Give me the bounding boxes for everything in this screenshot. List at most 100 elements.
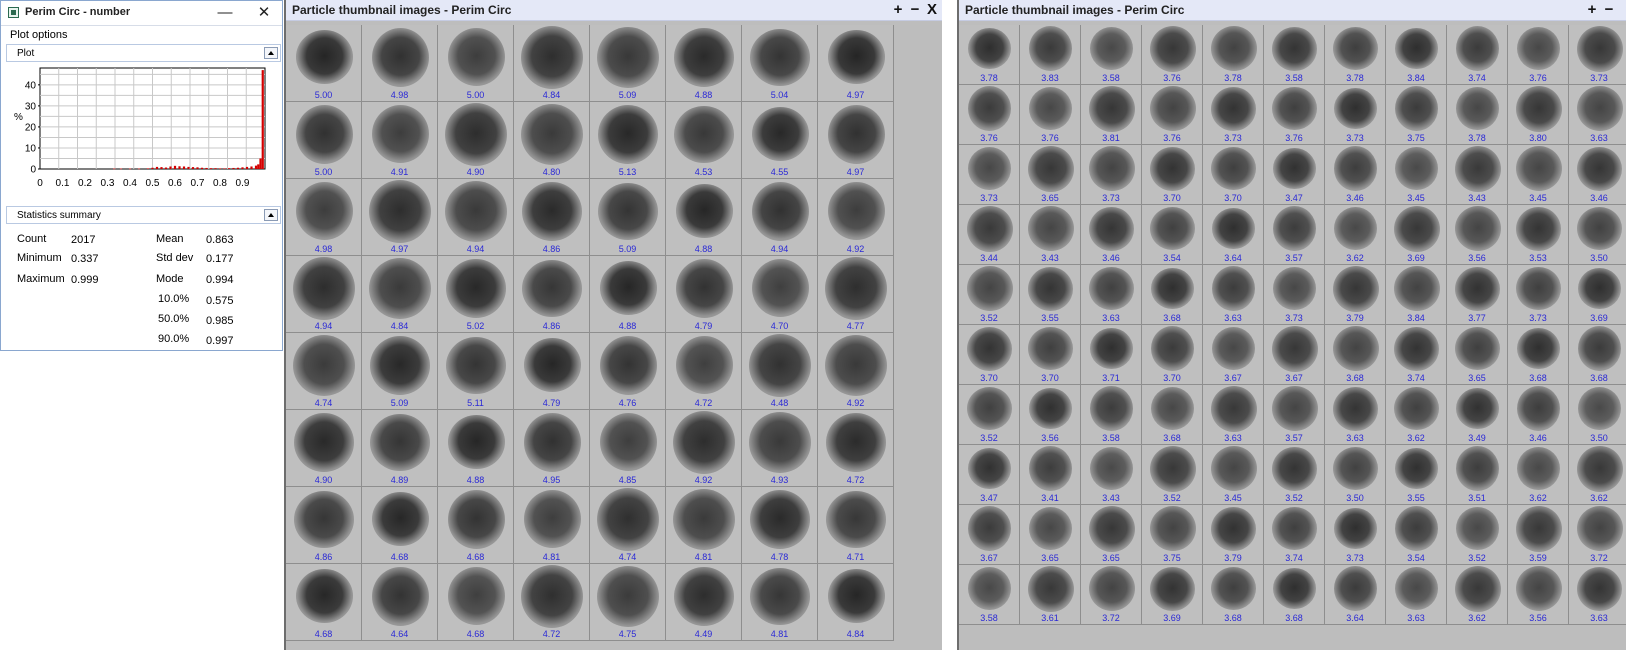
particle-thumbnail-right[interactable]: 3.67	[1203, 325, 1264, 385]
particle-thumbnail-right[interactable]: 3.46	[1325, 145, 1386, 205]
particle-thumbnail-right[interactable]: 3.62	[1569, 445, 1626, 505]
particle-thumbnail-right[interactable]: 3.50	[1325, 445, 1386, 505]
particle-thumbnail-right[interactable]: 3.63	[1081, 265, 1142, 325]
particle-thumbnail[interactable]: 4.86	[514, 179, 590, 256]
particle-thumbnail[interactable]: 5.13	[590, 102, 666, 179]
stats-window-titlebar[interactable]: Perim Circ - number — ✕	[1, 1, 282, 26]
particle-thumbnail[interactable]: 4.81	[742, 564, 818, 641]
particle-thumbnail[interactable]: 4.78	[742, 487, 818, 564]
particle-thumbnail[interactable]: 4.79	[514, 333, 590, 410]
particle-thumbnail-right[interactable]: 3.72	[1569, 505, 1626, 565]
particle-thumbnail-right[interactable]: 3.74	[1264, 505, 1325, 565]
particle-thumbnail[interactable]: 4.72	[514, 564, 590, 641]
particle-thumbnail[interactable]: 4.86	[286, 487, 362, 564]
particle-thumbnail-right[interactable]: 3.55	[1020, 265, 1081, 325]
particle-thumbnail[interactable]: 4.88	[590, 256, 666, 333]
stats-panel-header[interactable]: Statistics summary	[6, 206, 281, 224]
particle-thumbnail-right[interactable]: 3.76	[1142, 85, 1203, 145]
particle-thumbnail-right[interactable]: 3.68	[1142, 265, 1203, 325]
particle-thumbnail-right[interactable]: 3.56	[1508, 565, 1569, 625]
particle-thumbnail[interactable]: 4.68	[438, 487, 514, 564]
particle-thumbnail-right[interactable]: 3.63	[1325, 385, 1386, 445]
particle-thumbnail-right[interactable]: 3.68	[1508, 325, 1569, 385]
particle-thumbnail-right[interactable]: 3.73	[1081, 145, 1142, 205]
particle-thumbnail-right[interactable]: 3.68	[1264, 565, 1325, 625]
particle-thumbnail-right[interactable]: 3.58	[1264, 25, 1325, 85]
particle-thumbnail-right[interactable]: 3.41	[1020, 445, 1081, 505]
particle-thumbnail[interactable]: 4.48	[742, 333, 818, 410]
particle-thumbnail-right[interactable]: 3.52	[1264, 445, 1325, 505]
particle-thumbnail[interactable]: 4.90	[286, 410, 362, 487]
particle-thumbnail[interactable]: 4.53	[666, 102, 742, 179]
particle-thumbnail-right[interactable]: 3.76	[1142, 25, 1203, 85]
particle-thumbnail-right[interactable]: 3.70	[1020, 325, 1081, 385]
particle-thumbnail-right[interactable]: 3.76	[1020, 85, 1081, 145]
particle-thumbnail[interactable]: 4.92	[666, 410, 742, 487]
minimize-button[interactable]: —	[215, 3, 235, 23]
particle-thumbnail-right[interactable]: 3.43	[1447, 145, 1508, 205]
particle-thumbnail[interactable]: 4.68	[438, 564, 514, 641]
particle-thumbnail-right[interactable]: 3.62	[1325, 205, 1386, 265]
particle-thumbnail-right[interactable]: 3.64	[1325, 565, 1386, 625]
particle-thumbnail-right[interactable]: 3.83	[1020, 25, 1081, 85]
particle-thumbnail[interactable]: 4.64	[362, 564, 438, 641]
particle-thumbnail-right[interactable]: 3.62	[1386, 385, 1447, 445]
particle-thumbnail[interactable]: 4.95	[514, 410, 590, 487]
particle-thumbnail-right[interactable]: 3.52	[1447, 505, 1508, 565]
particle-thumbnail-right[interactable]: 3.65	[1447, 325, 1508, 385]
particle-thumbnail-right[interactable]: 3.73	[1569, 25, 1626, 85]
particle-thumbnail-right[interactable]: 3.70	[1142, 325, 1203, 385]
particle-thumbnail[interactable]: 4.93	[742, 410, 818, 487]
particle-thumbnail-right[interactable]: 3.52	[959, 385, 1020, 445]
particle-thumbnail-right[interactable]: 3.76	[1264, 85, 1325, 145]
particle-thumbnail-right[interactable]: 3.58	[1081, 385, 1142, 445]
particle-thumbnail-right[interactable]: 3.73	[1508, 265, 1569, 325]
particle-thumbnail-right[interactable]: 3.55	[1386, 445, 1447, 505]
particle-thumbnail-right[interactable]: 3.73	[1325, 85, 1386, 145]
particle-thumbnail[interactable]: 4.85	[590, 410, 666, 487]
particle-thumbnail-right[interactable]: 3.63	[1569, 85, 1626, 145]
zoom-in-button-right[interactable]: +	[1584, 1, 1600, 19]
particle-thumbnail[interactable]: 5.00	[286, 102, 362, 179]
particle-thumbnail[interactable]: 4.98	[362, 25, 438, 102]
particle-thumbnail[interactable]: 4.97	[818, 102, 894, 179]
particle-thumbnail[interactable]: 4.49	[666, 564, 742, 641]
particle-thumbnail[interactable]: 4.84	[362, 256, 438, 333]
zoom-out-button-right[interactable]: −	[1601, 1, 1617, 19]
particle-thumbnail[interactable]: 4.88	[438, 410, 514, 487]
particle-thumbnail[interactable]: 4.72	[666, 333, 742, 410]
plot-panel-header[interactable]: Plot	[6, 44, 281, 62]
thumbnail-window-right-titlebar[interactable]: Particle thumbnail images - Perim Circ +…	[959, 0, 1626, 21]
particle-thumbnail[interactable]: 4.55	[742, 102, 818, 179]
particle-thumbnail-right[interactable]: 3.61	[1020, 565, 1081, 625]
particle-thumbnail[interactable]: 5.00	[438, 25, 514, 102]
particle-thumbnail-right[interactable]: 3.70	[1142, 145, 1203, 205]
particle-thumbnail-right[interactable]: 3.51	[1447, 445, 1508, 505]
particle-thumbnail-right[interactable]: 3.46	[1081, 205, 1142, 265]
particle-thumbnail-right[interactable]: 3.45	[1386, 145, 1447, 205]
particle-thumbnail-right[interactable]: 3.67	[959, 505, 1020, 565]
particle-thumbnail-right[interactable]: 3.63	[1386, 565, 1447, 625]
particle-thumbnail-right[interactable]: 3.72	[1081, 565, 1142, 625]
particle-thumbnail[interactable]: 5.09	[362, 333, 438, 410]
particle-thumbnail-right[interactable]: 3.77	[1447, 265, 1508, 325]
particle-thumbnail-right[interactable]: 3.69	[1569, 265, 1626, 325]
particle-thumbnail-right[interactable]: 3.74	[1447, 25, 1508, 85]
particle-thumbnail[interactable]: 4.94	[438, 179, 514, 256]
particle-thumbnail-right[interactable]: 3.63	[1203, 265, 1264, 325]
particle-thumbnail-right[interactable]: 3.52	[1142, 445, 1203, 505]
particle-thumbnail-right[interactable]: 3.43	[1020, 205, 1081, 265]
particle-thumbnail[interactable]: 4.80	[514, 102, 590, 179]
particle-thumbnail[interactable]: 4.68	[362, 487, 438, 564]
particle-thumbnail-right[interactable]: 3.68	[1203, 565, 1264, 625]
particle-thumbnail-right[interactable]: 3.69	[1142, 565, 1203, 625]
particle-thumbnail[interactable]: 4.76	[590, 333, 666, 410]
particle-thumbnail[interactable]: 4.71	[818, 487, 894, 564]
particle-thumbnail[interactable]: 4.84	[514, 25, 590, 102]
particle-thumbnail-right[interactable]: 3.58	[959, 565, 1020, 625]
particle-thumbnail-right[interactable]: 3.52	[959, 265, 1020, 325]
particle-thumbnail[interactable]: 5.04	[742, 25, 818, 102]
particle-thumbnail-right[interactable]: 3.80	[1508, 85, 1569, 145]
particle-thumbnail[interactable]: 4.91	[362, 102, 438, 179]
particle-thumbnail[interactable]: 4.77	[818, 256, 894, 333]
